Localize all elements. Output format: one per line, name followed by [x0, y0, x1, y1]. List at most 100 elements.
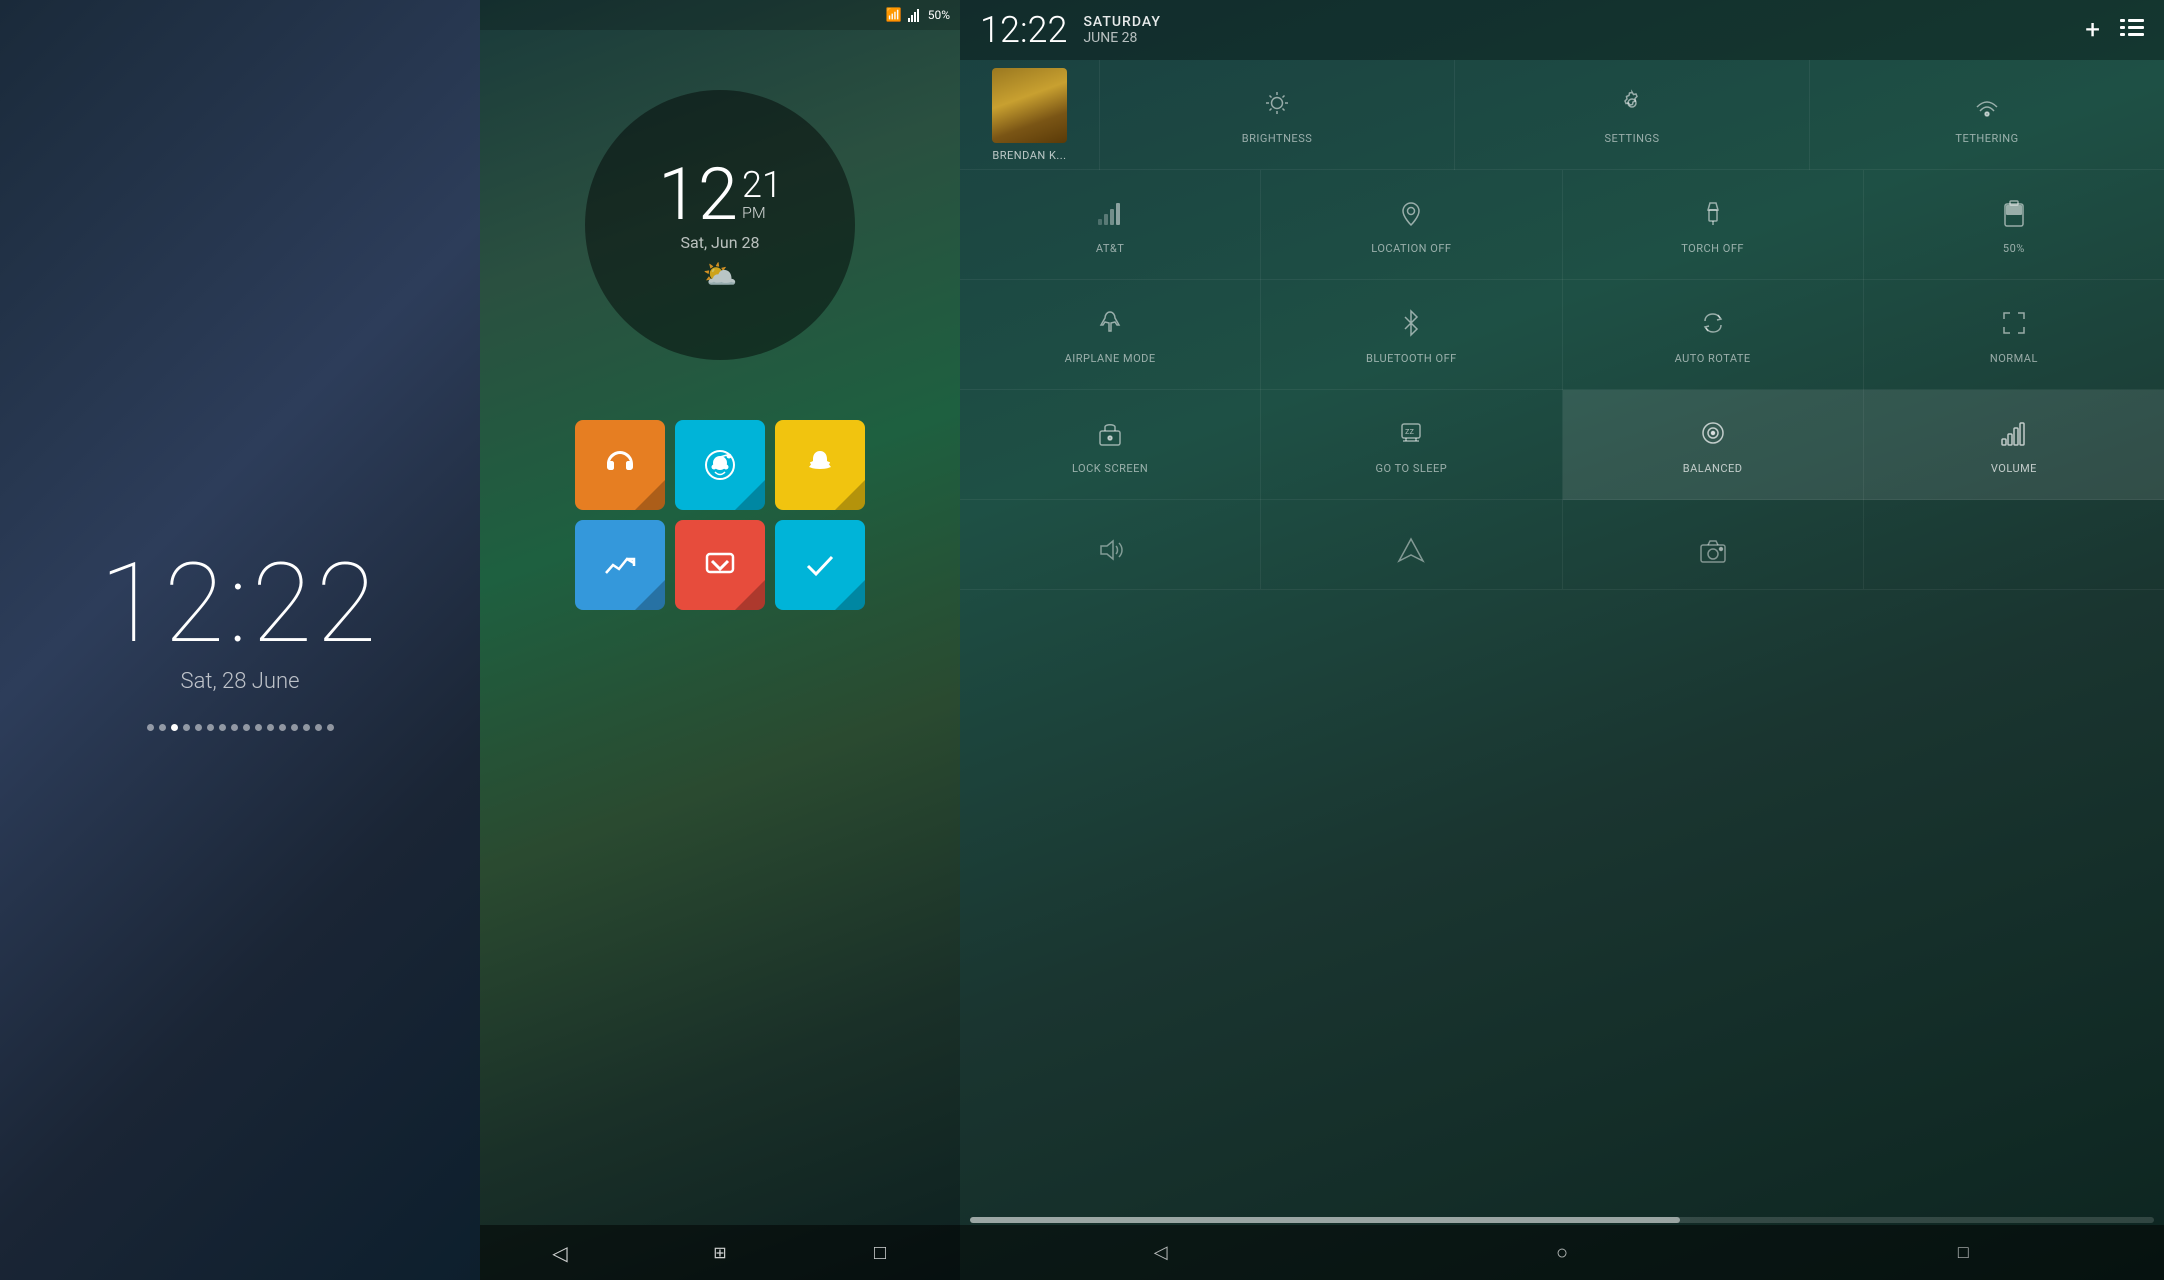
lock-dot-active [171, 724, 178, 731]
qs-tile-sleep[interactable]: zz GO TO SLEEP [1261, 390, 1562, 500]
qs-body: BRENDAN K... BRIGHTNE [960, 60, 2164, 1215]
qs-tile-att[interactable]: AT&T [960, 170, 1261, 280]
qs-tile-settings[interactable]: SETTINGS [1455, 60, 1810, 170]
lock-dot [231, 724, 238, 731]
lock-dot [267, 724, 274, 731]
qs-date-block: SATURDAY JUNE 28 [1083, 14, 1160, 46]
app-grid [575, 420, 865, 610]
back-button[interactable]: ◁ [540, 1233, 580, 1273]
lock-dot [183, 724, 190, 731]
app-check[interactable] [775, 520, 865, 610]
qs-tile-normal[interactable]: NORMAL [1864, 280, 2164, 390]
qs-recents-button[interactable]: □ [1943, 1233, 1983, 1273]
qs-tile-battery[interactable]: 50% [1864, 170, 2164, 280]
home-button[interactable]: ⊞ [700, 1233, 740, 1273]
lock-dot [195, 724, 202, 731]
battery-icon [2004, 199, 2024, 234]
expand-icon [2000, 309, 2028, 344]
qs-row-2: AT&T LOCATION OFF [960, 170, 2164, 280]
bluetooth-icon [1401, 309, 1421, 344]
add-button[interactable]: + [2085, 15, 2100, 45]
widget-minute-ampm: 21 PM [742, 159, 782, 222]
qs-time: 12:22 [980, 9, 1067, 51]
rotate-icon [1699, 309, 1727, 344]
qs-row-4: LOCK SCREEN zz GO TO SLEEP [960, 390, 2164, 500]
settings-icon [1618, 89, 1646, 124]
qs-back-button[interactable]: ◁ [1141, 1233, 1181, 1273]
qs-nav-bar: ◁ ○ □ [960, 1225, 2164, 1280]
widget-ampm: PM [742, 203, 782, 222]
qs-tile-bluetooth[interactable]: BLUETOOTH OFF [1261, 280, 1562, 390]
signal-icon [908, 8, 922, 22]
qs-tile-tethering[interactable]: TETHERING [1810, 60, 2164, 170]
qs-tile-empty [1864, 500, 2164, 590]
lock-dot [303, 724, 310, 731]
qs-tile-volume[interactable]: VOLUME [1864, 390, 2164, 500]
status-bar: 📶 50% [480, 0, 960, 30]
balanced-label: BALANCED [1683, 462, 1743, 475]
qs-tile-balanced[interactable]: BALANCED [1563, 390, 1864, 500]
qs-tile-torch[interactable]: TORCH OFF [1563, 170, 1864, 280]
qs-tile-speaker[interactable] [960, 500, 1261, 590]
qs-tile-location[interactable]: LOCATION OFF [1261, 170, 1562, 280]
sleep-icon: zz [1397, 419, 1425, 454]
settings-label: SETTINGS [1605, 132, 1660, 145]
qs-fulldate: JUNE 28 [1083, 30, 1160, 46]
qs-tile-lock[interactable]: LOCK SCREEN [960, 390, 1261, 500]
lock-icon [1098, 419, 1122, 454]
clock-widget: 12 21 PM Sat, Jun 28 ⛅ [585, 90, 855, 360]
home-nav-bar: ◁ ⊞ □ [480, 1225, 960, 1280]
svg-text:zz: zz [1405, 427, 1414, 437]
volume-icon [2000, 419, 2028, 454]
profile-tile[interactable]: BRENDAN K... [960, 60, 1100, 170]
menu-button[interactable] [2120, 18, 2144, 43]
widget-time-row: 12 21 PM [658, 159, 782, 231]
qs-row-1: BRENDAN K... BRIGHTNE [960, 60, 2164, 170]
lock-date: Sat, 28 June [181, 669, 300, 694]
qs-tile-rotate[interactable]: AUTO ROTATE [1563, 280, 1864, 390]
tethering-icon [1973, 89, 2001, 124]
torch-icon [1699, 199, 1727, 234]
lock-dot [279, 724, 286, 731]
qs-header: 12:22 SATURDAY JUNE 28 + [960, 0, 2164, 60]
qs-tile-airplane[interactable]: AIRPLANE MODE [960, 280, 1261, 390]
qs-scrollbar[interactable] [970, 1217, 2154, 1223]
lock-time: 12:22 [100, 549, 380, 659]
home-screen: 📶 50% 12 21 PM Sat, Jun 28 ⛅ [480, 0, 960, 1280]
airplane-label: AIRPLANE MODE [1065, 352, 1156, 365]
location-icon [1397, 199, 1425, 234]
app-stocks[interactable] [575, 520, 665, 610]
qs-row-5 [960, 500, 2164, 590]
navigation-icon [1397, 536, 1425, 571]
app-snapchat[interactable] [775, 420, 865, 510]
widget-date: Sat, Jun 28 [681, 233, 760, 252]
camera-icon [1699, 536, 1727, 571]
qs-tile-brightness[interactable]: BRIGHTNESS [1100, 60, 1455, 170]
app-headphones[interactable] [575, 420, 665, 510]
lock-screen: 12:22 Sat, 28 June [0, 0, 480, 1280]
lock-dot [243, 724, 250, 731]
normal-label: NORMAL [1990, 352, 2038, 365]
qs-home-button[interactable]: ○ [1542, 1233, 1582, 1273]
lock-dot [255, 724, 262, 731]
qs-scrollbar-thumb [970, 1217, 1680, 1223]
lock-dot [147, 724, 154, 731]
brightness-label: BRIGHTNESS [1242, 132, 1313, 145]
battery-percent: 50% [928, 8, 950, 22]
qs-tile-camera[interactable] [1563, 500, 1864, 590]
lock-dot [327, 724, 334, 731]
app-reddit[interactable] [675, 420, 765, 510]
lock-dot [291, 724, 298, 731]
widget-minute: 21 [742, 167, 782, 203]
speaker-icon [1096, 536, 1124, 571]
battery-label: 50% [2003, 242, 2025, 255]
app-pocket[interactable] [675, 520, 765, 610]
recents-button[interactable]: □ [860, 1233, 900, 1273]
lock-dot [159, 724, 166, 731]
qs-tile-navigation[interactable] [1261, 500, 1562, 590]
widget-hour: 12 [658, 159, 738, 231]
balanced-icon [1699, 419, 1727, 454]
status-icons: 📶 50% [886, 8, 950, 23]
profile-name: BRENDAN K... [992, 149, 1066, 162]
lock-dots [147, 724, 334, 731]
